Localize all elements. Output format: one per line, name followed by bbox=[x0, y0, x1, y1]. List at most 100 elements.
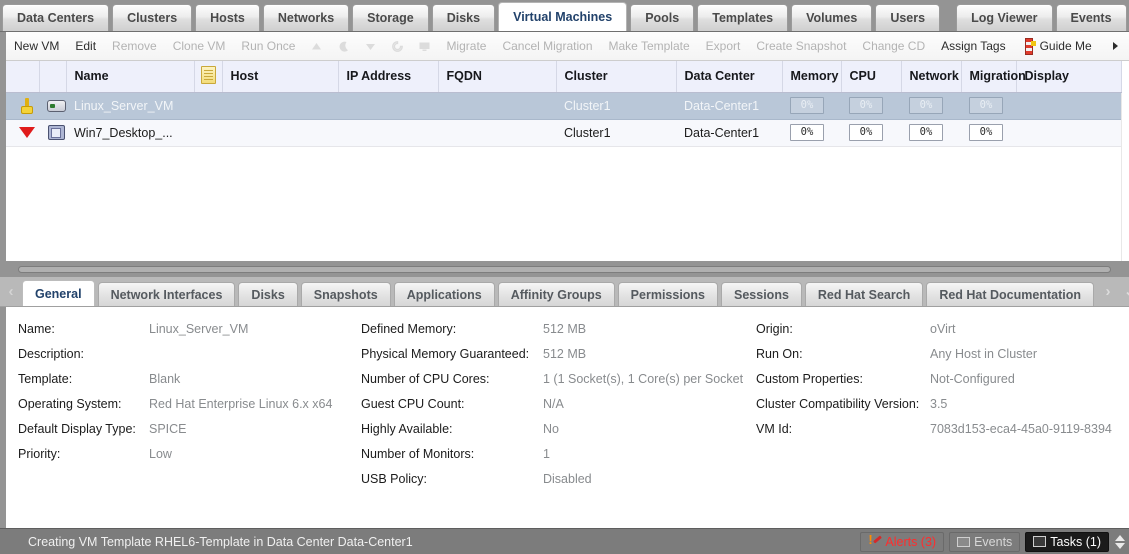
toolbar-button-assign-tags[interactable]: Assign Tags bbox=[933, 32, 1013, 61]
detail-tab-applications[interactable]: Applications bbox=[394, 282, 495, 306]
field-label-run-on: Run On: bbox=[756, 347, 930, 361]
field-row: Name:Linux_Server_VM bbox=[18, 316, 363, 341]
row-cpu-cell-value: 0% bbox=[849, 97, 883, 114]
field-label-number-of-monitors: Number of Monitors: bbox=[361, 447, 543, 461]
row-status-cell bbox=[6, 119, 39, 146]
row-name-cell: Linux_Server_VM bbox=[66, 92, 194, 119]
detail-tab-disks[interactable]: Disks bbox=[238, 282, 297, 306]
row-cluster-cell: Cluster1 bbox=[556, 92, 676, 119]
detail-tab-permissions[interactable]: Permissions bbox=[618, 282, 718, 306]
row-status-cell bbox=[6, 92, 39, 119]
tasks-label: Tasks (1) bbox=[1050, 535, 1101, 549]
column-header-display[interactable]: Display bbox=[1016, 61, 1121, 92]
field-value-defined-memory: 512 MB bbox=[543, 322, 743, 336]
vm-table: Name HostIP AddressFQDNClusterData Center… bbox=[6, 61, 1122, 147]
main-tab-hosts[interactable]: Hosts bbox=[195, 4, 260, 31]
column-header-comment-icon[interactable] bbox=[194, 61, 222, 92]
main-tab-log-viewer[interactable]: Log Viewer bbox=[956, 4, 1052, 31]
field-row: Description: bbox=[18, 341, 363, 366]
row-display-cell bbox=[1016, 92, 1121, 119]
detail-tabs-scroll-left-button[interactable]: ‹ bbox=[0, 276, 22, 306]
main-tab-disks[interactable]: Disks bbox=[432, 4, 495, 31]
table-row[interactable]: Win7_Desktop_...Cluster1Data-Center10%0%… bbox=[6, 119, 1121, 146]
row-fqdn-cell bbox=[438, 119, 556, 146]
column-header-blank[interactable] bbox=[39, 61, 66, 92]
row-cpu-cell: 0% bbox=[841, 119, 901, 146]
row-comment-cell bbox=[194, 119, 222, 146]
field-label-operating-system: Operating System: bbox=[18, 397, 149, 411]
field-row: Highly Available:No bbox=[361, 416, 756, 441]
row-migration-cell-value: 0% bbox=[969, 124, 1003, 141]
field-value-run-on: Any Host in Cluster bbox=[930, 347, 1125, 361]
detail-tab-affinity-groups[interactable]: Affinity Groups bbox=[498, 282, 615, 306]
column-header-cluster[interactable]: Cluster bbox=[556, 61, 676, 92]
column-header-ip-address[interactable]: IP Address bbox=[338, 61, 438, 92]
field-value-number-of-monitors: 1 bbox=[543, 447, 743, 461]
column-header-blank[interactable] bbox=[6, 61, 39, 92]
field-label-custom-properties: Custom Properties: bbox=[756, 372, 930, 386]
detail-tab-red-hat-search[interactable]: Red Hat Search bbox=[805, 282, 923, 306]
toolbar-button-clone-vm: Clone VM bbox=[165, 32, 234, 61]
column-header-fqdn[interactable]: FQDN bbox=[438, 61, 556, 92]
field-row: Cluster Compatibility Version:3.5 bbox=[756, 391, 1126, 416]
toolbar-button-new-vm[interactable]: New VM bbox=[6, 32, 67, 61]
field-value-template: Blank bbox=[149, 372, 354, 386]
status-bar: Creating VM Template RHEL6-Template in D… bbox=[0, 528, 1129, 554]
toolbar-more-button[interactable] bbox=[1100, 32, 1125, 61]
detail-tab-red-hat-documentation[interactable]: Red Hat Documentation bbox=[926, 282, 1094, 306]
pane-splitter[interactable] bbox=[0, 261, 1129, 277]
field-row: Operating System:Red Hat Enterprise Linu… bbox=[18, 391, 363, 416]
toolbar-button-remove: Remove bbox=[104, 32, 165, 61]
splitter-handle[interactable] bbox=[18, 266, 1111, 273]
row-fqdn-cell bbox=[438, 92, 556, 119]
column-header-memory[interactable]: Memory bbox=[782, 61, 841, 92]
field-label-default-display-type: Default Display Type: bbox=[18, 422, 149, 436]
vm-grid: Name HostIP AddressFQDNClusterData Center… bbox=[0, 61, 1129, 261]
detail-tab-sessions[interactable]: Sessions bbox=[721, 282, 802, 306]
main-tab-templates[interactable]: Templates bbox=[697, 4, 788, 31]
events-button[interactable]: Events bbox=[949, 532, 1020, 552]
field-value-priority: Low bbox=[149, 447, 354, 461]
main-tab-networks[interactable]: Networks bbox=[263, 4, 349, 31]
guide-me-button[interactable]: Guide Me bbox=[1014, 32, 1100, 61]
detail-tabs-dropdown-button[interactable]: ⌄ bbox=[1119, 276, 1129, 306]
row-migration-cell: 0% bbox=[961, 92, 1016, 119]
tasks-button[interactable]: Tasks (1) bbox=[1025, 532, 1109, 552]
main-tab-pools[interactable]: Pools bbox=[630, 4, 694, 31]
detail-tab-snapshots[interactable]: Snapshots bbox=[301, 282, 391, 306]
column-header-host[interactable]: Host bbox=[222, 61, 338, 92]
statusbar-expand-toggle[interactable] bbox=[1115, 535, 1125, 549]
toolbar-button-edit[interactable]: Edit bbox=[67, 32, 104, 61]
vm-table-header-row: Name HostIP AddressFQDNClusterData Center… bbox=[6, 61, 1121, 92]
main-tab-users[interactable]: Users bbox=[875, 4, 940, 31]
column-header-data-center[interactable]: Data Center bbox=[676, 61, 782, 92]
field-row: Defined Memory:512 MB bbox=[361, 316, 756, 341]
field-row: Priority:Low bbox=[18, 441, 363, 466]
field-value-usb-policy: Disabled bbox=[543, 472, 743, 486]
column-header-network[interactable]: Network bbox=[901, 61, 961, 92]
field-value-default-display-type: SPICE bbox=[149, 422, 354, 436]
row-memory-cell-value: 0% bbox=[790, 97, 824, 114]
detail-tab-general[interactable]: General bbox=[22, 280, 95, 306]
main-tab-storage[interactable]: Storage bbox=[352, 4, 429, 31]
main-tab-volumes[interactable]: Volumes bbox=[791, 4, 872, 31]
alerts-button[interactable]: Alerts (3) bbox=[860, 532, 944, 552]
table-row[interactable]: Linux_Server_VMCluster1Data-Center10%0%0… bbox=[6, 92, 1121, 119]
row-datacenter-cell: Data-Center1 bbox=[676, 119, 782, 146]
main-tab-virtual-machines[interactable]: Virtual Machines bbox=[498, 2, 627, 31]
main-tab-clusters[interactable]: Clusters bbox=[112, 4, 192, 31]
main-tab-data-centers[interactable]: Data Centers bbox=[2, 4, 109, 31]
detail-tab-network-interfaces[interactable]: Network Interfaces bbox=[98, 282, 236, 306]
field-row: Guest CPU Count:N/A bbox=[361, 391, 756, 416]
column-header-name[interactable]: Name bbox=[66, 61, 194, 92]
row-migration-cell: 0% bbox=[961, 119, 1016, 146]
refresh-button[interactable]: | bbox=[1125, 39, 1129, 53]
row-type-cell bbox=[39, 92, 66, 119]
field-row: Run On:Any Host in Cluster bbox=[756, 341, 1126, 366]
main-tab-events[interactable]: Events bbox=[1056, 4, 1127, 31]
column-header-migration[interactable]: Migration bbox=[961, 61, 1016, 92]
row-cpu-cell-value: 0% bbox=[849, 124, 883, 141]
row-cluster-cell: Cluster1 bbox=[556, 119, 676, 146]
detail-tabs-scroll-right-button[interactable]: › bbox=[1097, 276, 1119, 306]
column-header-cpu[interactable]: CPU bbox=[841, 61, 901, 92]
